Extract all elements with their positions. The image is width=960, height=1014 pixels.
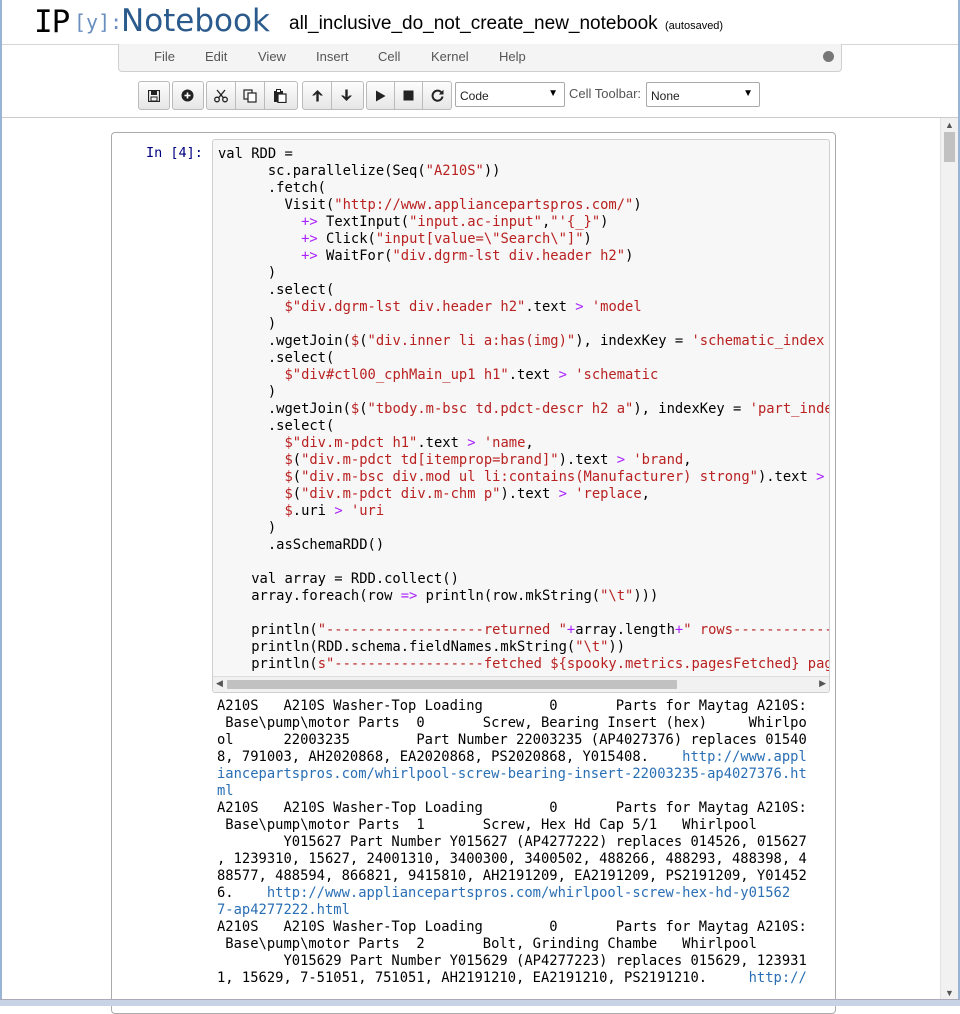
menu-view[interactable]: View xyxy=(258,49,286,64)
toolbar-group-move xyxy=(302,81,364,110)
output-link[interactable]: http:// xyxy=(749,970,807,986)
cell-toolbar-value: None xyxy=(651,89,680,103)
ipython-logo-mark: [y]: xyxy=(74,10,123,34)
cut-icon xyxy=(214,89,228,102)
insert-cell-icon xyxy=(181,89,194,102)
menu-edit[interactable]: Edit xyxy=(205,49,227,64)
move-up-button[interactable] xyxy=(303,82,332,109)
insert-cell-button[interactable] xyxy=(173,82,202,109)
scroll-up-icon[interactable]: ▲ xyxy=(945,120,954,130)
chevron-down-icon: ▼ xyxy=(743,88,753,99)
paste-icon xyxy=(273,88,287,103)
menu-help[interactable]: Help xyxy=(499,49,526,64)
paste-button[interactable] xyxy=(265,82,294,109)
stop-button[interactable] xyxy=(395,82,424,109)
move-down-icon xyxy=(341,89,352,101)
horizontal-scrollbar-thumb[interactable] xyxy=(227,680,677,689)
scroll-down-icon[interactable]: ▼ xyxy=(945,988,954,998)
window-border-left xyxy=(0,0,2,1006)
toolbar-group-run xyxy=(366,81,452,110)
notebook-header: IP [y]: Notebook all_inclusive_do_not_cr… xyxy=(2,0,958,45)
kernel-status-indicator xyxy=(823,51,834,62)
toolbar-group-edit xyxy=(206,81,298,110)
copy-icon xyxy=(243,88,257,103)
toolbar-group-save xyxy=(138,81,170,110)
output-link[interactable]: iancepartspros.com/whirlpool-screw-beari… xyxy=(217,766,807,782)
output-link[interactable]: ml xyxy=(217,783,234,799)
cell-toolbar-label: Cell Toolbar: xyxy=(569,86,642,101)
cell-output: A210S A210S Washer-Top Loading 0 Parts f… xyxy=(217,698,807,986)
copy-button[interactable] xyxy=(236,82,265,109)
notebook-name[interactable]: all_inclusive_do_not_create_new_notebook xyxy=(289,13,658,35)
menu-insert[interactable]: Insert xyxy=(316,49,349,64)
menu-kernel[interactable]: Kernel xyxy=(431,49,469,64)
cell-toolbar-select[interactable]: None ▼ xyxy=(646,82,760,107)
input-prompt: In [4]: xyxy=(146,145,203,161)
run-button[interactable] xyxy=(367,82,396,109)
notebook-logo-text: Notebook xyxy=(121,3,270,39)
scroll-right-icon[interactable]: ▶ xyxy=(819,678,826,689)
move-down-button[interactable] xyxy=(332,82,361,109)
save-icon xyxy=(147,89,160,102)
output-link[interactable]: http://www.appl xyxy=(682,749,807,765)
cell-type-value: Code xyxy=(460,89,489,103)
toolbar-divider xyxy=(2,117,958,118)
restart-button[interactable] xyxy=(423,82,451,109)
horizontal-scrollbar[interactable]: ◀ ▶ xyxy=(213,676,829,692)
page-vertical-scrollbar[interactable]: ▲ ▼ xyxy=(940,118,958,1000)
autosave-status: (autosaved) xyxy=(665,20,724,32)
run-icon xyxy=(376,90,386,101)
code-editor[interactable]: val RDD = sc.parallelize(Seq("A210S")) .… xyxy=(212,139,830,693)
menubar: File Edit View Insert Cell Kernel Help xyxy=(118,44,842,72)
menu-file[interactable]: File xyxy=(154,49,175,64)
restart-icon xyxy=(431,89,444,102)
move-up-icon xyxy=(311,90,323,102)
window-border-bottom xyxy=(0,999,960,1006)
toolbar-group-insert xyxy=(172,81,204,110)
output-link[interactable]: 7-ap4277222.html xyxy=(217,902,350,918)
save-button[interactable] xyxy=(139,82,168,109)
code-text[interactable]: val RDD = sc.parallelize(Seq("A210S")) .… xyxy=(218,146,829,673)
scroll-left-icon[interactable]: ◀ xyxy=(216,678,223,689)
page-scrollbar-thumb[interactable] xyxy=(944,132,955,162)
cell-type-select[interactable]: Code ▼ xyxy=(455,82,565,107)
cut-button[interactable] xyxy=(207,82,236,109)
menu-cell[interactable]: Cell xyxy=(378,49,400,64)
chevron-down-icon: ▼ xyxy=(548,88,558,99)
ipython-logo[interactable]: IP xyxy=(34,4,70,40)
stop-icon xyxy=(403,90,414,101)
output-link[interactable]: http://www.appliancepartspros.com/whirlp… xyxy=(267,885,790,901)
